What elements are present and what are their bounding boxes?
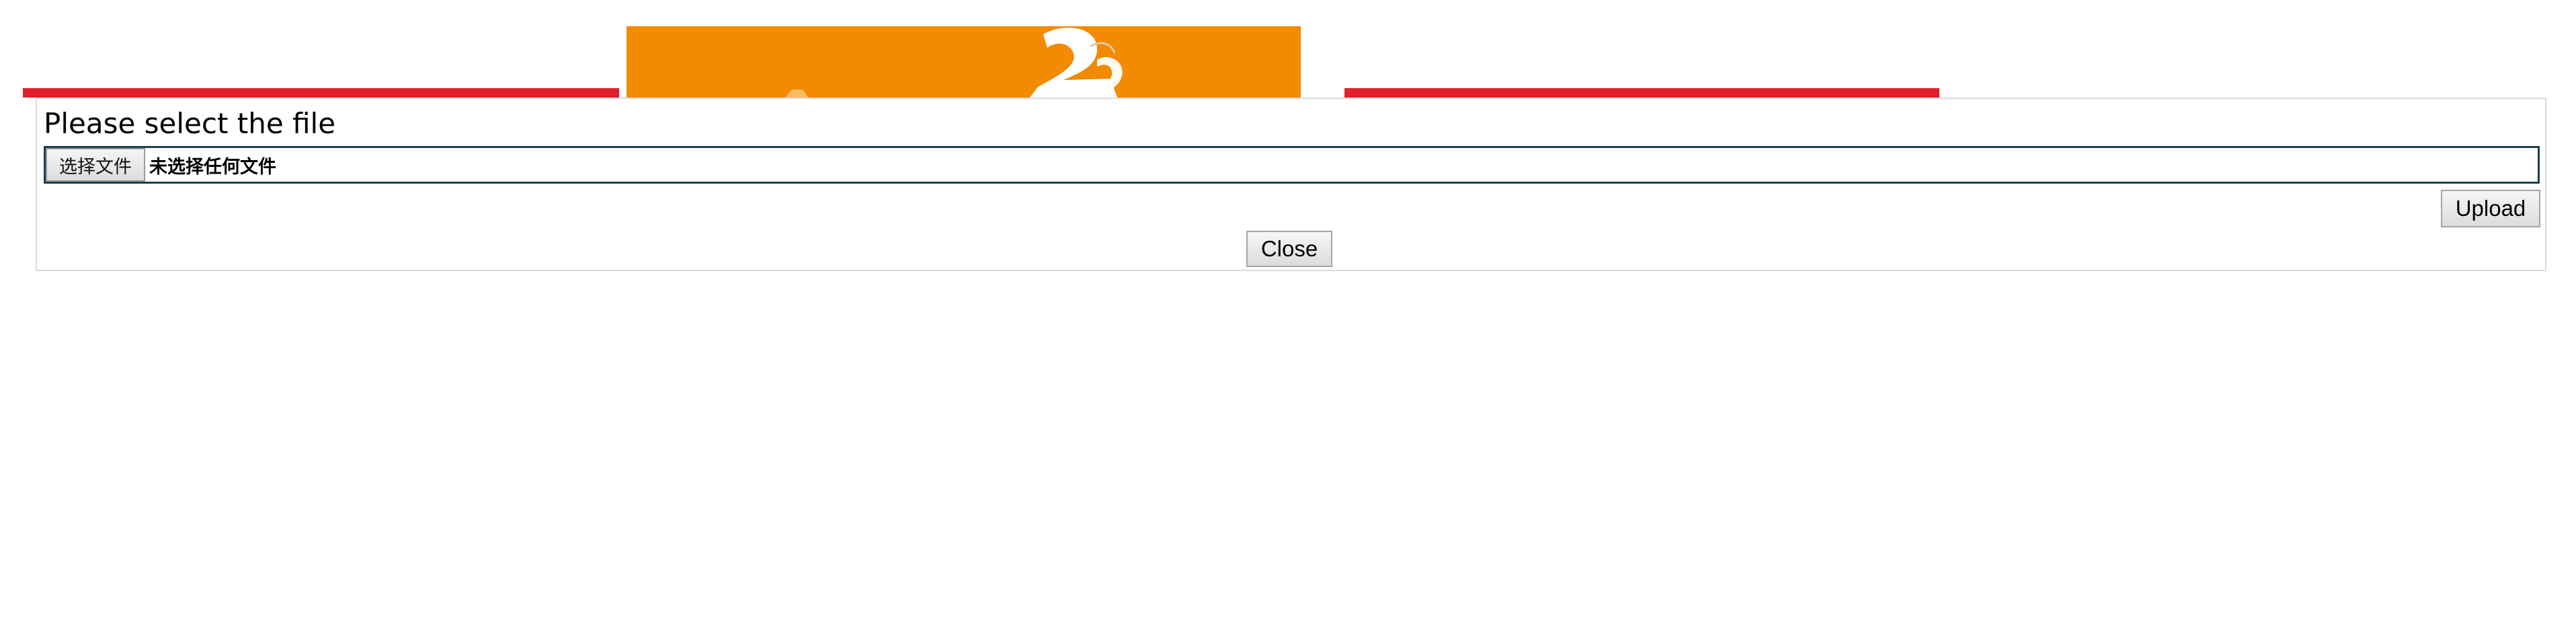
- brand-logo: [627, 26, 1301, 98]
- upload-dialog: Please select the file 选择文件 未选择任何文件 Uplo…: [36, 98, 2546, 271]
- close-button[interactable]: Close: [1246, 231, 1332, 267]
- upload-button[interactable]: Upload: [2441, 190, 2540, 227]
- page: Please select the file 选择文件 未选择任何文件 Uplo…: [0, 0, 2576, 625]
- dialog-title: Please select the file: [44, 107, 336, 140]
- logo-mark-icon: [785, 28, 1123, 98]
- file-input[interactable]: 选择文件 未选择任何文件: [44, 146, 2540, 184]
- file-status-text: 未选择任何文件: [149, 156, 276, 178]
- header-red-line-right: [1344, 88, 1939, 98]
- header-red-line-left: [23, 88, 619, 98]
- choose-file-button[interactable]: 选择文件: [46, 148, 145, 182]
